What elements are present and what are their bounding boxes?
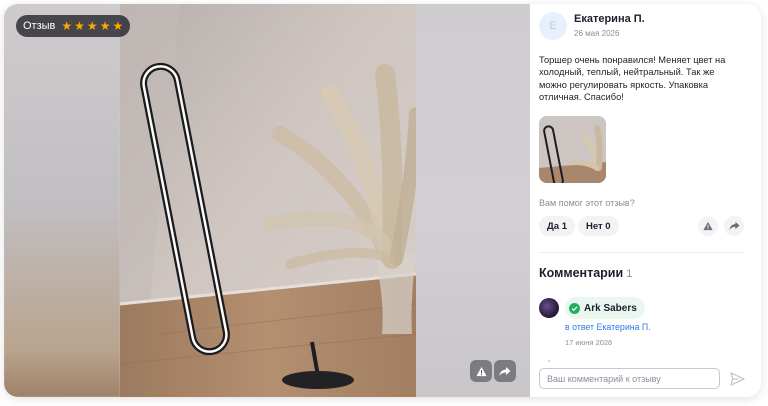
- review-date: 26 мая 2026: [574, 29, 620, 38]
- star-icon: ★: [112, 19, 124, 33]
- report-review-button[interactable]: [698, 216, 718, 236]
- author-avatar: Е: [539, 12, 567, 40]
- star-icon: ★: [99, 19, 111, 33]
- review-panel: Е Екатерина П. 26 мая 2026 Торшер очень …: [530, 4, 761, 397]
- warning-icon: [475, 366, 487, 376]
- comment-input[interactable]: [540, 369, 719, 389]
- commenter-name-badge: Ark Sabers: [565, 297, 645, 319]
- comments-heading: Комментарии 1: [539, 266, 632, 280]
- floor-lamp-photo-illustration: [120, 4, 416, 397]
- star-icon: ★: [61, 19, 73, 33]
- share-icon: [499, 366, 511, 376]
- commenter-name: Ark Sabers: [584, 302, 637, 314]
- share-icon: [729, 221, 739, 231]
- send-icon: [729, 372, 745, 386]
- comment-date: 17 июня 2026: [565, 338, 613, 347]
- vote-no-button[interactable]: Нет 0: [578, 216, 619, 236]
- section-divider: [539, 252, 744, 253]
- verified-check-icon: [569, 302, 580, 314]
- photo-blur-left: [4, 4, 120, 397]
- comment-input-wrapper: [539, 368, 720, 389]
- more-indicator: [548, 360, 550, 362]
- badge-label: Отзыв: [23, 20, 56, 32]
- vote-yes-button[interactable]: Да 1: [539, 216, 575, 236]
- reply-to-link[interactable]: в ответ Екатерина П.: [565, 322, 651, 332]
- comments-count: 1: [626, 268, 633, 280]
- report-media-button[interactable]: [470, 360, 492, 382]
- comments-title: Комментарии: [539, 266, 624, 280]
- review-badge: Отзыв ★ ★ ★ ★ ★: [16, 15, 131, 37]
- review-modal: Отзыв ★ ★ ★ ★ ★ Е Екатерина П. 26 мая 20…: [4, 4, 761, 397]
- star-icon: ★: [86, 19, 98, 33]
- commenter-avatar: [539, 298, 559, 318]
- review-photo-thumbnail[interactable]: [539, 116, 606, 183]
- photo-blur-right: [416, 4, 530, 397]
- review-photo: [120, 4, 416, 397]
- author-name: Екатерина П.: [574, 13, 645, 25]
- helpful-question: Вам помог этот отзыв?: [539, 198, 635, 208]
- send-comment-button[interactable]: [728, 370, 746, 388]
- review-text: Торшер очень понравился! Меняет цвет на …: [539, 55, 726, 103]
- rating-stars: ★ ★ ★ ★ ★: [61, 20, 123, 32]
- thumbnail-image: [539, 116, 606, 183]
- star-icon: ★: [74, 19, 85, 33]
- share-review-button[interactable]: [724, 216, 744, 236]
- media-viewer: Отзыв ★ ★ ★ ★ ★: [4, 4, 530, 397]
- warning-icon: [703, 221, 713, 231]
- share-media-button[interactable]: [494, 360, 516, 382]
